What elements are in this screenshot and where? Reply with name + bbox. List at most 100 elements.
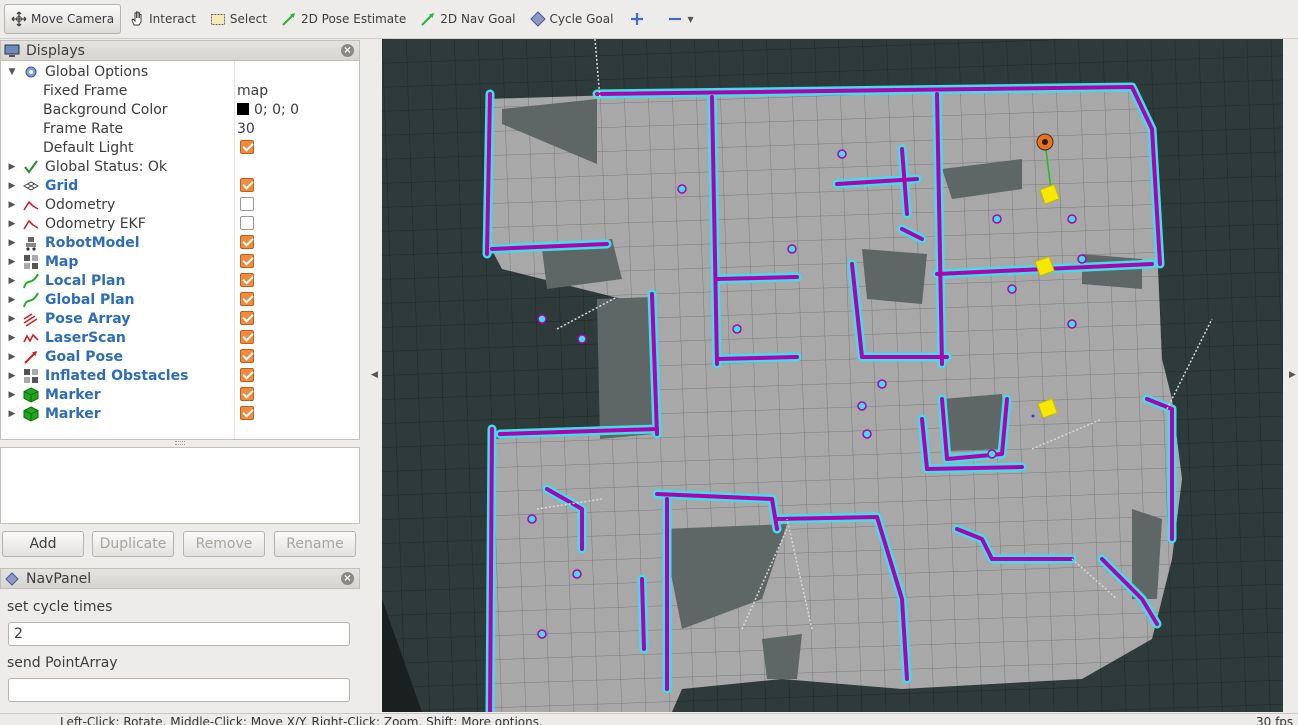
main-toolbar: Move Camera Interact Select 2D Pose Esti… — [0, 0, 1298, 39]
render-viewport[interactable] — [382, 39, 1283, 712]
display-item-checkbox[interactable] — [240, 330, 254, 344]
display-item-grid[interactable]: ▶ Grid — [1, 176, 359, 195]
display-item-checkbox[interactable] — [240, 368, 254, 382]
display-item-label: Marker — [45, 386, 101, 403]
remove-tool-button[interactable]: ▼ — [659, 4, 701, 34]
tree-row-fixed-frame[interactable]: Fixed Frame map — [1, 81, 359, 100]
display-item-label: Inflated Obstacles — [45, 367, 189, 384]
remove-button[interactable]: Remove — [183, 531, 265, 557]
tree-row-background-color[interactable]: Background Color 0; 0; 0 — [1, 100, 359, 119]
collapse-right-icon[interactable]: ▶ — [1289, 370, 1296, 380]
robot-model-icon — [23, 235, 39, 251]
display-item-checkbox[interactable] — [240, 254, 254, 268]
marker-icon — [23, 405, 39, 422]
chevron-right-icon[interactable]: ▶ — [7, 276, 17, 286]
move-camera-tool[interactable]: Move Camera — [4, 4, 122, 34]
background-color-text: 0; 0; 0 — [254, 101, 300, 118]
display-item-robotmodel[interactable]: ▶ RobotModel — [1, 233, 359, 252]
display-item-laserscan[interactable]: ▶ LaserScan — [1, 328, 359, 347]
display-item-checkbox[interactable] — [240, 406, 254, 420]
chevron-down-icon[interactable]: ▼ — [7, 67, 17, 77]
chevron-right-icon[interactable]: ▶ — [7, 219, 17, 229]
tree-row-frame-rate[interactable]: Frame Rate 30 — [1, 119, 359, 138]
chevron-right-icon[interactable]: ▶ — [7, 295, 17, 305]
chevron-right-icon[interactable]: ▶ — [7, 238, 17, 248]
display-item-pose-array[interactable]: ▶ Pose Array — [1, 309, 359, 328]
close-icon[interactable]: × — [341, 572, 354, 585]
chevron-right-icon[interactable]: ▶ — [7, 181, 17, 191]
background-color-value[interactable]: 0; 0; 0 — [237, 102, 299, 118]
display-item-odometry[interactable]: ▶ Odometry — [1, 195, 359, 214]
odometry-icon — [23, 197, 39, 213]
display-item-marker[interactable]: ▶ Marker — [1, 404, 359, 423]
display-item-checkbox[interactable] — [240, 197, 254, 211]
minus-icon — [667, 11, 683, 27]
add-tool-button[interactable] — [621, 4, 657, 34]
display-item-checkbox[interactable] — [240, 273, 254, 287]
robot-marker — [1036, 133, 1054, 151]
display-item-checkbox[interactable] — [240, 216, 254, 230]
cycle-times-input[interactable]: 2 — [8, 622, 350, 646]
display-item-label: Pose Array — [45, 310, 131, 327]
background-color-label: Background Color — [43, 101, 168, 118]
displays-title: Displays — [26, 42, 85, 59]
display-item-checkbox[interactable] — [240, 235, 254, 249]
tree-row-global-status[interactable]: ▶ Global Status: Ok — [1, 157, 359, 176]
display-item-marker[interactable]: ▶ Marker — [1, 385, 359, 404]
global-options-label: Global Options — [45, 63, 149, 80]
add-button[interactable]: Add — [2, 531, 84, 557]
default-light-checkbox[interactable] — [240, 140, 254, 154]
close-icon[interactable]: × — [341, 44, 354, 57]
chevron-right-icon[interactable]: ▶ — [7, 390, 17, 400]
interact-tool[interactable]: Interact — [123, 4, 202, 34]
chevron-right-icon[interactable]: ▶ — [7, 352, 17, 362]
display-item-checkbox[interactable] — [240, 178, 254, 192]
status-bar: Left-Click: Rotate. Middle-Click: Move X… — [0, 713, 1298, 725]
green-arrow-icon — [281, 11, 297, 27]
chevron-right-icon[interactable]: ▶ — [7, 200, 17, 210]
chevron-right-icon[interactable]: ▶ — [7, 333, 17, 343]
display-item-odometry-ekf[interactable]: ▶ Odometry EKF — [1, 214, 359, 233]
odometry-icon — [23, 216, 39, 232]
pose-estimate-tool[interactable]: 2D Pose Estimate — [275, 4, 412, 34]
chevron-down-icon[interactable]: ▼ — [687, 15, 693, 24]
move-camera-label: Move Camera — [31, 12, 115, 26]
display-item-inflated-obstacles[interactable]: ▶ Inflated Obstacles — [1, 366, 359, 385]
point-array-label: send PointArray — [7, 655, 118, 671]
fixed-frame-value[interactable]: map — [237, 83, 268, 99]
chevron-right-icon[interactable]: ▶ — [7, 314, 17, 324]
point-array-input[interactable] — [8, 678, 350, 702]
collapse-left-icon[interactable]: ◀ — [371, 370, 378, 380]
splitter-handle[interactable] — [175, 441, 185, 445]
display-item-checkbox[interactable] — [240, 387, 254, 401]
rename-button[interactable]: Rename — [274, 531, 356, 557]
marker-icon — [23, 386, 39, 403]
chevron-right-icon[interactable]: ▶ — [7, 371, 17, 381]
tree-row-global-options[interactable]: ▼ Global Options — [1, 62, 359, 81]
display-item-checkbox[interactable] — [240, 292, 254, 306]
select-label: Select — [229, 12, 267, 26]
display-item-global-plan[interactable]: ▶ Global Plan — [1, 290, 359, 309]
pose-array-icon — [23, 311, 39, 327]
display-item-checkbox[interactable] — [240, 311, 254, 325]
display-item-map[interactable]: ▶ Map — [1, 252, 359, 271]
display-item-goal-pose[interactable]: ▶ Goal Pose — [1, 347, 359, 366]
cycle-goal-tool[interactable]: Cycle Goal — [524, 4, 620, 34]
display-item-checkbox[interactable] — [240, 349, 254, 363]
frame-rate-value[interactable]: 30 — [237, 121, 255, 137]
path-icon — [23, 291, 39, 308]
duplicate-button[interactable]: Duplicate — [92, 531, 174, 557]
displays-panel-header: Displays × — [0, 40, 360, 61]
path-icon — [23, 272, 39, 289]
display-item-local-plan[interactable]: ▶ Local Plan — [1, 271, 359, 290]
tree-row-default-light[interactable]: Default Light — [1, 138, 359, 157]
chevron-right-icon[interactable]: ▶ — [7, 409, 17, 419]
map-view — [382, 39, 1283, 712]
chevron-right-icon[interactable]: ▶ — [7, 257, 17, 267]
select-box-icon — [210, 11, 226, 27]
select-tool[interactable]: Select — [204, 4, 273, 34]
default-light-label: Default Light — [43, 139, 134, 156]
display-item-label: Marker — [45, 405, 101, 422]
chevron-right-icon[interactable]: ▶ — [7, 162, 17, 172]
nav-goal-tool[interactable]: 2D Nav Goal — [414, 4, 521, 34]
